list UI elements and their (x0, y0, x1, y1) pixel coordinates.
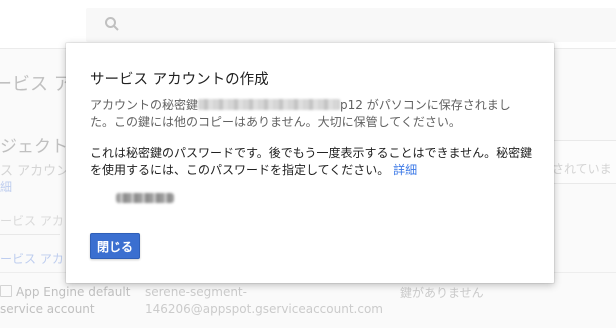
dialog-message: アカウントの秘密鍵 p12 がパソコンに保存されました。この鍵には他のコピーはあり… (90, 97, 530, 131)
redacted-filename (198, 99, 341, 110)
password-message: これは秘密鍵のパスワードです。後でもう一度表示することはできません。秘密鍵を使用… (90, 145, 536, 179)
message-ext: p12 (340, 98, 363, 112)
create-service-account-dialog: サービス アカウントの作成 アカウントの秘密鍵 p12 がパソコンに保存されました… (66, 43, 554, 283)
details-link[interactable]: 詳細 (393, 163, 417, 177)
redacted-password (116, 193, 174, 203)
close-button[interactable]: 閉じる (90, 233, 140, 259)
message-prefix: アカウントの秘密鍵 (90, 98, 199, 112)
password-message-text: これは秘密鍵のパスワードです。後でもう一度表示することはできません。秘密鍵を使用… (90, 146, 533, 177)
dialog-title: サービス アカウントの作成 (90, 72, 269, 88)
